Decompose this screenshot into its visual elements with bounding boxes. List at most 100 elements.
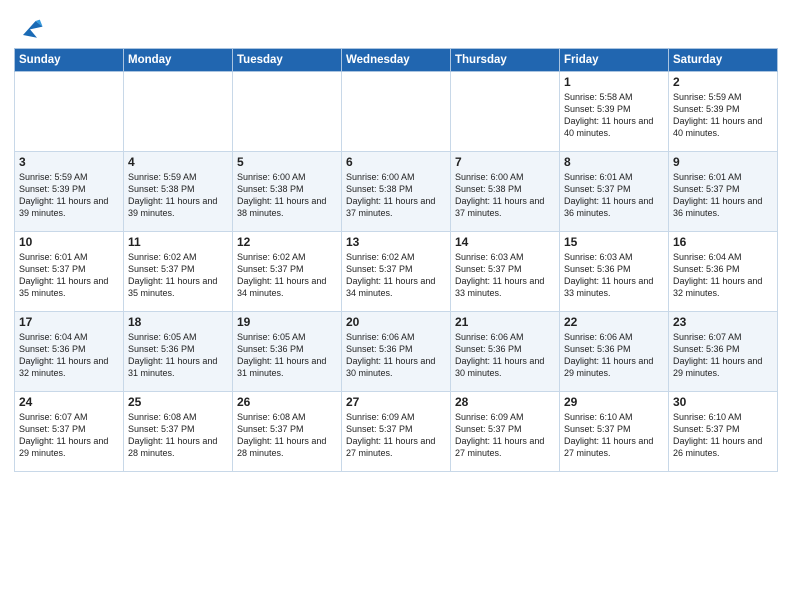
calendar-week-row: 10 Sunrise: 6:01 AMSunset: 5:37 PMDayligh… xyxy=(15,232,778,312)
calendar-cell: 12 Sunrise: 6:02 AMSunset: 5:37 PMDayligh… xyxy=(233,232,342,312)
header xyxy=(14,10,778,42)
calendar-cell: 17 Sunrise: 6:04 AMSunset: 5:36 PMDayligh… xyxy=(15,312,124,392)
day-number: 26 xyxy=(237,395,337,409)
calendar-cell: 28Sunrise: 6:09 AMSunset: 5:37 PMDayligh… xyxy=(451,392,560,472)
day-info: Sunrise: 6:06 AMSunset: 5:36 PMDaylight:… xyxy=(346,331,446,380)
day-info: Sunrise: 6:06 AMSunset: 5:36 PMDaylight:… xyxy=(564,331,664,380)
day-number: 17 xyxy=(19,315,119,329)
day-number: 8 xyxy=(564,155,664,169)
calendar-cell xyxy=(342,72,451,152)
day-of-week-header: Wednesday xyxy=(342,49,451,72)
day-info: Sunrise: 6:04 AMSunset: 5:36 PMDaylight:… xyxy=(673,251,773,300)
day-info: Sunrise: 5:59 AMSunset: 5:38 PMDaylight:… xyxy=(128,171,228,220)
day-number: 20 xyxy=(346,315,446,329)
calendar-cell xyxy=(233,72,342,152)
day-number: 27 xyxy=(346,395,446,409)
day-number: 22 xyxy=(564,315,664,329)
calendar-cell: 27 Sunrise: 6:09 AMSunset: 5:37 PMDayligh… xyxy=(342,392,451,472)
day-info: Sunrise: 6:04 AMSunset: 5:36 PMDaylight:… xyxy=(19,331,119,380)
calendar-cell: 7 Sunrise: 6:00 AMSunset: 5:38 PMDaylight… xyxy=(451,152,560,232)
day-of-week-header: Monday xyxy=(124,49,233,72)
calendar-cell: 15Sunrise: 6:03 AMSunset: 5:36 PMDayligh… xyxy=(560,232,669,312)
calendar-cell: 24Sunrise: 6:07 AMSunset: 5:37 PMDayligh… xyxy=(15,392,124,472)
day-info: Sunrise: 6:05 AMSunset: 5:36 PMDaylight:… xyxy=(237,331,337,380)
day-number: 6 xyxy=(346,155,446,169)
calendar-cell: 26Sunrise: 6:08 AMSunset: 5:37 PMDayligh… xyxy=(233,392,342,472)
day-info: Sunrise: 6:02 AMSunset: 5:37 PMDaylight:… xyxy=(237,251,337,300)
calendar-cell: 25 Sunrise: 6:08 AMSunset: 5:37 PMDayligh… xyxy=(124,392,233,472)
day-number: 29 xyxy=(564,395,664,409)
day-info: Sunrise: 6:01 AMSunset: 5:37 PMDaylight:… xyxy=(673,171,773,220)
day-number: 1 xyxy=(564,75,664,89)
day-info: Sunrise: 6:08 AMSunset: 5:37 PMDaylight:… xyxy=(128,411,228,460)
calendar-cell: 30 Sunrise: 6:10 AMSunset: 5:37 PMDayligh… xyxy=(669,392,778,472)
day-number: 15 xyxy=(564,235,664,249)
calendar-cell: 5Sunrise: 6:00 AMSunset: 5:38 PMDaylight… xyxy=(233,152,342,232)
day-number: 10 xyxy=(19,235,119,249)
calendar-cell: 23 Sunrise: 6:07 AMSunset: 5:36 PMDayligh… xyxy=(669,312,778,392)
day-number: 9 xyxy=(673,155,773,169)
day-info: Sunrise: 6:07 AMSunset: 5:37 PMDaylight:… xyxy=(19,411,119,460)
day-info: Sunrise: 6:00 AMSunset: 5:38 PMDaylight:… xyxy=(237,171,337,220)
calendar-cell: 20 Sunrise: 6:06 AMSunset: 5:36 PMDayligh… xyxy=(342,312,451,392)
day-number: 16 xyxy=(673,235,773,249)
day-info: Sunrise: 5:59 AMSunset: 5:39 PMDaylight:… xyxy=(673,91,773,140)
calendar-cell: 2 Sunrise: 5:59 AMSunset: 5:39 PMDaylight… xyxy=(669,72,778,152)
calendar-cell: 18 Sunrise: 6:05 AMSunset: 5:36 PMDayligh… xyxy=(124,312,233,392)
day-number: 11 xyxy=(128,235,228,249)
day-of-week-header: Friday xyxy=(560,49,669,72)
calendar-week-row: 24Sunrise: 6:07 AMSunset: 5:37 PMDayligh… xyxy=(15,392,778,472)
day-of-week-header: Tuesday xyxy=(233,49,342,72)
calendar-cell xyxy=(124,72,233,152)
calendar-cell: 9 Sunrise: 6:01 AMSunset: 5:37 PMDaylight… xyxy=(669,152,778,232)
calendar-cell: 11 Sunrise: 6:02 AMSunset: 5:37 PMDayligh… xyxy=(124,232,233,312)
day-number: 21 xyxy=(455,315,555,329)
day-of-week-header: Sunday xyxy=(15,49,124,72)
calendar-cell: 14Sunrise: 6:03 AMSunset: 5:37 PMDayligh… xyxy=(451,232,560,312)
calendar: SundayMondayTuesdayWednesdayThursdayFrid… xyxy=(14,48,778,472)
calendar-week-row: 1 Sunrise: 5:58 AMSunset: 5:39 PMDaylight… xyxy=(15,72,778,152)
day-info: Sunrise: 5:59 AMSunset: 5:39 PMDaylight:… xyxy=(19,171,119,220)
day-number: 12 xyxy=(237,235,337,249)
calendar-cell: 19Sunrise: 6:05 AMSunset: 5:36 PMDayligh… xyxy=(233,312,342,392)
day-info: Sunrise: 6:07 AMSunset: 5:36 PMDaylight:… xyxy=(673,331,773,380)
day-info: Sunrise: 5:58 AMSunset: 5:39 PMDaylight:… xyxy=(564,91,664,140)
day-info: Sunrise: 6:10 AMSunset: 5:37 PMDaylight:… xyxy=(564,411,664,460)
calendar-cell: 13 Sunrise: 6:02 AMSunset: 5:37 PMDayligh… xyxy=(342,232,451,312)
calendar-cell: 22 Sunrise: 6:06 AMSunset: 5:36 PMDayligh… xyxy=(560,312,669,392)
day-number: 23 xyxy=(673,315,773,329)
calendar-cell: 6 Sunrise: 6:00 AMSunset: 5:38 PMDaylight… xyxy=(342,152,451,232)
calendar-cell xyxy=(451,72,560,152)
day-number: 14 xyxy=(455,235,555,249)
day-of-week-header: Saturday xyxy=(669,49,778,72)
day-number: 30 xyxy=(673,395,773,409)
day-number: 13 xyxy=(346,235,446,249)
calendar-cell: 21Sunrise: 6:06 AMSunset: 5:36 PMDayligh… xyxy=(451,312,560,392)
day-info: Sunrise: 6:00 AMSunset: 5:38 PMDaylight:… xyxy=(346,171,446,220)
day-number: 4 xyxy=(128,155,228,169)
calendar-week-row: 3 Sunrise: 5:59 AMSunset: 5:39 PMDaylight… xyxy=(15,152,778,232)
day-number: 18 xyxy=(128,315,228,329)
calendar-cell: 4 Sunrise: 5:59 AMSunset: 5:38 PMDaylight… xyxy=(124,152,233,232)
calendar-cell: 3 Sunrise: 5:59 AMSunset: 5:39 PMDaylight… xyxy=(15,152,124,232)
calendar-header-row: SundayMondayTuesdayWednesdayThursdayFrid… xyxy=(15,49,778,72)
calendar-cell: 16 Sunrise: 6:04 AMSunset: 5:36 PMDayligh… xyxy=(669,232,778,312)
day-info: Sunrise: 6:00 AMSunset: 5:38 PMDaylight:… xyxy=(455,171,555,220)
day-info: Sunrise: 6:01 AMSunset: 5:37 PMDaylight:… xyxy=(19,251,119,300)
day-info: Sunrise: 6:02 AMSunset: 5:37 PMDaylight:… xyxy=(346,251,446,300)
calendar-cell: 1 Sunrise: 5:58 AMSunset: 5:39 PMDaylight… xyxy=(560,72,669,152)
logo xyxy=(14,14,44,42)
day-of-week-header: Thursday xyxy=(451,49,560,72)
day-number: 7 xyxy=(455,155,555,169)
day-info: Sunrise: 6:05 AMSunset: 5:36 PMDaylight:… xyxy=(128,331,228,380)
day-number: 25 xyxy=(128,395,228,409)
day-info: Sunrise: 6:09 AMSunset: 5:37 PMDaylight:… xyxy=(346,411,446,460)
day-number: 3 xyxy=(19,155,119,169)
calendar-cell: 29 Sunrise: 6:10 AMSunset: 5:37 PMDayligh… xyxy=(560,392,669,472)
calendar-cell: 8 Sunrise: 6:01 AMSunset: 5:37 PMDaylight… xyxy=(560,152,669,232)
day-number: 28 xyxy=(455,395,555,409)
day-info: Sunrise: 6:01 AMSunset: 5:37 PMDaylight:… xyxy=(564,171,664,220)
day-info: Sunrise: 6:10 AMSunset: 5:37 PMDaylight:… xyxy=(673,411,773,460)
day-info: Sunrise: 6:02 AMSunset: 5:37 PMDaylight:… xyxy=(128,251,228,300)
day-number: 2 xyxy=(673,75,773,89)
